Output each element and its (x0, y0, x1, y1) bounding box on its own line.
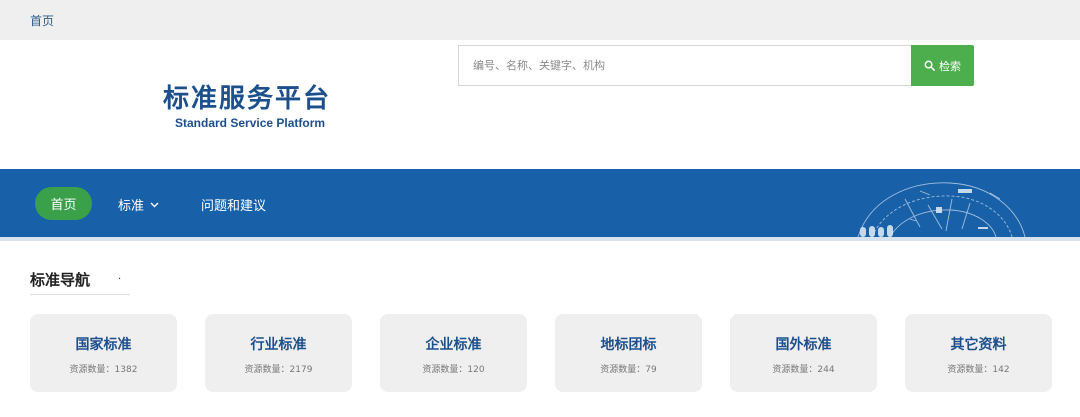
nav-item-home[interactable]: 首页 (35, 187, 92, 220)
logo-title-en: Standard Service Platform (175, 116, 326, 130)
category-card-local-group[interactable]: 地标团标 资源数量：79 (555, 314, 702, 392)
section-title-dot: . (118, 271, 122, 282)
top-bar: 首页 (0, 0, 1080, 40)
category-title: 国外标准 (775, 337, 832, 353)
chevron-down-icon (150, 202, 159, 207)
category-count: 资源数量：79 (600, 365, 657, 375)
standards-navigation-section: 标准导航 . 国家标准 资源数量：1382 行业标准 资源数量：2179 企业标… (0, 241, 1080, 417)
category-card-other[interactable]: 其它资料 资源数量：142 (905, 314, 1052, 392)
category-title: 其它资料 (950, 337, 1007, 353)
decorative-globe-icon (857, 182, 1026, 237)
site-logo[interactable]: 标准服务平台 Standard Service Platform (163, 84, 353, 130)
nav-item-feedback[interactable]: 问题和建议 (201, 195, 266, 214)
search-icon (924, 60, 935, 71)
category-title: 国家标准 (75, 337, 132, 353)
nav-item-standards[interactable]: 标准 (118, 195, 159, 214)
category-card-enterprise[interactable]: 企业标准 资源数量：120 (380, 314, 527, 392)
search-box (458, 45, 912, 86)
category-title: 行业标准 (250, 337, 307, 353)
category-card-foreign[interactable]: 国外标准 资源数量：244 (730, 314, 877, 392)
category-count: 资源数量：142 (947, 365, 1010, 375)
breadcrumb-home-link[interactable]: 首页 (30, 12, 54, 29)
category-count: 资源数量：2179 (244, 365, 313, 375)
search-button-label: 检索 (939, 59, 961, 73)
category-count: 资源数量：244 (772, 365, 835, 375)
search-button[interactable]: 检索 (911, 45, 974, 86)
category-card-industry[interactable]: 行业标准 资源数量：2179 (205, 314, 352, 392)
category-count: 资源数量：1382 (69, 365, 138, 375)
section-title: 标准导航 (30, 271, 91, 289)
section-underline (30, 294, 130, 295)
logo-title-cn: 标准服务平台 (163, 84, 332, 114)
category-card-national[interactable]: 国家标准 资源数量：1382 (30, 314, 177, 392)
search-input[interactable] (459, 46, 911, 85)
nav-feedback-label: 问题和建议 (201, 199, 267, 214)
nav-home-label: 首页 (50, 198, 77, 213)
category-title: 地标团标 (600, 337, 657, 353)
nav-standards-label: 标准 (118, 199, 145, 214)
category-title: 企业标准 (425, 337, 482, 353)
category-count: 资源数量：120 (422, 365, 485, 375)
main-nav: 首页 标准 问题和建议 (0, 169, 1080, 237)
